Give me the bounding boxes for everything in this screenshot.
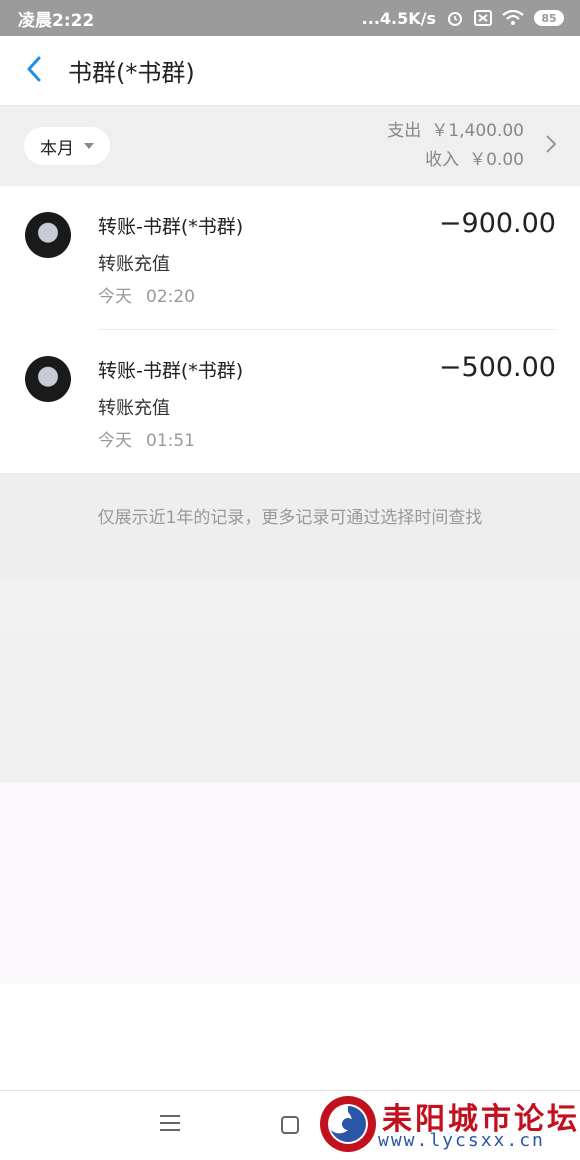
transaction-day: 今天 (98, 287, 132, 307)
transaction-row[interactable]: 转账-书群(*书群) 转账充值 今天 02:20 −900.00 (0, 186, 580, 330)
app-header: 书群(*书群) (0, 36, 580, 106)
income-label: 收入 (425, 150, 460, 170)
filter-bar: 本月 支出 ￥1,400.00 收入 ￥0.00 (0, 106, 580, 186)
records-note: 仅展示近1年的记录，更多记录可通过选择时间查找 (97, 508, 483, 528)
summary-text: 支出 ￥1,400.00 收入 ￥0.00 (377, 117, 524, 175)
watermark: 耒阳城市论坛 www.lycsxx.cn (318, 1088, 580, 1160)
transaction-amount: −500.00 (438, 352, 556, 383)
transaction-time: 今天 01:51 (98, 426, 195, 451)
status-bar: 凌晨2:22 ...4.5K/s 85 (0, 0, 580, 36)
transaction-time: 今天 02:20 (98, 282, 195, 307)
sim-icon (474, 10, 492, 26)
wifi-icon (502, 10, 524, 26)
status-time: 凌晨2:22 (18, 10, 95, 31)
network-speed: ...4.5K/s (361, 8, 436, 28)
transaction-type: 转账充值 (98, 398, 170, 419)
transaction-type: 转账充值 (98, 254, 170, 275)
expense-row: 支出 ￥1,400.00 (377, 117, 524, 146)
transaction-amount: −900.00 (438, 208, 556, 239)
month-selector[interactable]: 本月 (24, 127, 110, 165)
chevron-left-icon (26, 56, 42, 86)
chevron-right-icon (546, 135, 557, 157)
month-label: 本月 (40, 138, 74, 159)
alarm-icon (446, 9, 464, 27)
summary-button[interactable]: 支出 ￥1,400.00 收入 ￥0.00 (377, 117, 557, 175)
transaction-name: 转账-书群(*书群) (98, 216, 244, 238)
transaction-list: 转账-书群(*书群) 转账充值 今天 02:20 −900.00 转账-书群(*书… (0, 186, 580, 473)
watermark-url: www.lycsxx.cn (378, 1130, 545, 1151)
income-row: 收入 ￥0.00 (377, 146, 524, 175)
transaction-clock: 01:51 (146, 431, 195, 451)
transaction-row[interactable]: 转账-书群(*书群) 转账充值 今天 01:51 −500.00 (0, 330, 580, 473)
caret-down-icon (84, 143, 94, 149)
empty-area (0, 630, 580, 782)
income-value: ￥0.00 (469, 150, 524, 170)
note-area: 仅展示近1年的记录，更多记录可通过选择时间查找 (0, 473, 580, 580)
menu-icon[interactable] (160, 1115, 180, 1135)
back-button[interactable] (0, 36, 68, 106)
status-icons: ...4.5K/s 85 (362, 9, 564, 28)
battery-icon: 85 (534, 10, 564, 26)
logo-icon (320, 1096, 376, 1152)
transaction-day: 今天 (98, 431, 132, 451)
expense-label: 支出 (387, 121, 422, 141)
empty-area (0, 580, 580, 630)
avatar (25, 212, 71, 258)
avatar (25, 356, 71, 402)
expense-value: ￥1,400.00 (431, 121, 524, 141)
page-title: 书群(*书群) (68, 59, 195, 87)
transaction-name: 转账-书群(*书群) (98, 360, 244, 382)
empty-area (0, 782, 580, 984)
home-icon[interactable] (281, 1116, 299, 1134)
transaction-clock: 02:20 (146, 287, 195, 307)
